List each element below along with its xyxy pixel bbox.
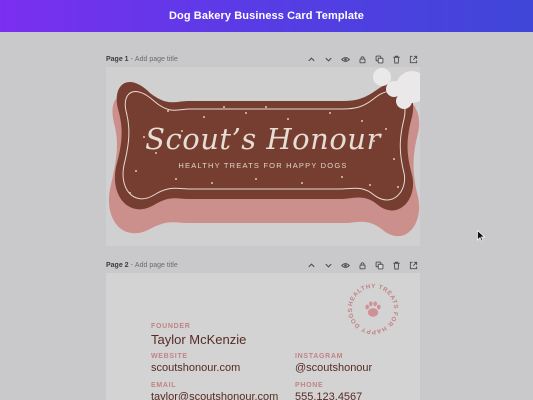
page-1-separator: - [130, 55, 133, 63]
lock-icon[interactable] [356, 53, 369, 65]
trash-icon[interactable] [390, 259, 403, 271]
chevron-up-icon[interactable] [305, 259, 318, 271]
page-1-tools [301, 53, 420, 65]
page-dim-overlay [106, 67, 420, 246]
add-page-icon[interactable] [407, 53, 420, 65]
page-1-canvas[interactable]: Scout’s Honour HEALTHY TREATS FOR HAPPY … [106, 67, 420, 246]
top-bar: Dog Bakery Business Card Template [0, 0, 533, 32]
trash-icon[interactable] [390, 53, 403, 65]
add-page-icon[interactable] [407, 259, 420, 271]
lock-icon[interactable] [356, 259, 369, 271]
page-2-name: Page 2 [106, 261, 129, 269]
eye-icon[interactable] [339, 53, 352, 65]
page-2-canvas[interactable]: FOUNDER Taylor McKenzie WEBSITE scoutsho… [106, 273, 420, 400]
chevron-down-icon[interactable] [322, 53, 335, 65]
page-2-tools [301, 259, 420, 271]
chevron-up-icon[interactable] [305, 53, 318, 65]
page-1-name: Page 1 [106, 55, 129, 63]
page-dim-overlay [106, 273, 420, 400]
page-2-title-input[interactable]: Add page title [135, 262, 178, 269]
duplicate-icon[interactable] [373, 53, 386, 65]
eye-icon[interactable] [339, 259, 352, 271]
page-1-title-input[interactable]: Add page title [135, 56, 178, 63]
duplicate-icon[interactable] [373, 259, 386, 271]
page-1-header: Page 1 - Add page title [106, 52, 420, 66]
page-2-separator: - [130, 261, 133, 269]
document-title: Dog Bakery Business Card Template [168, 10, 365, 22]
chevron-down-icon[interactable] [322, 259, 335, 271]
page-2-header: Page 2 - Add page title [106, 258, 420, 272]
mouse-pointer-icon [477, 230, 485, 242]
